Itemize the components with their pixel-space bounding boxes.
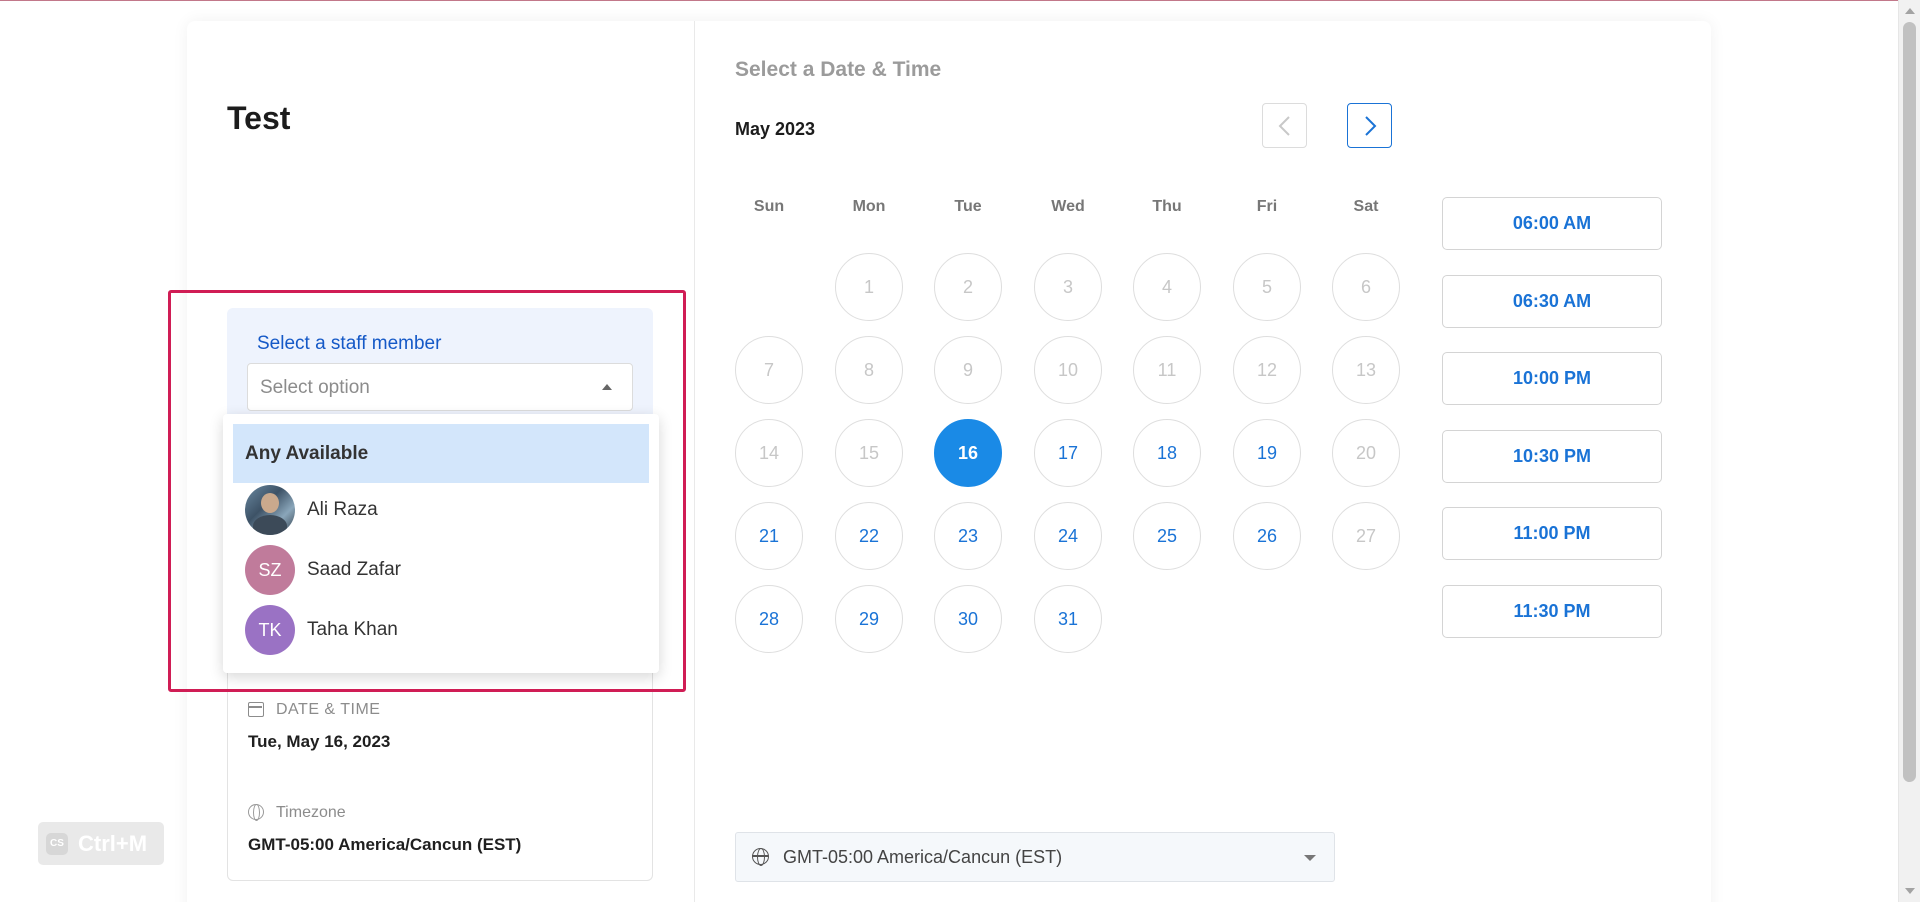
calendar-day-unavailable: 15 xyxy=(835,419,903,487)
time-slot-button[interactable]: 11:00 PM xyxy=(1442,507,1662,560)
calendar-day-unavailable: 3 xyxy=(1034,253,1102,321)
calendar-month: May 2023 xyxy=(735,119,816,139)
timezone-label: Timezone xyxy=(276,804,346,821)
shortcut-text: Ctrl+M xyxy=(78,831,148,856)
calendar-day-unavailable: 14 xyxy=(735,419,803,487)
weekday-label: Sat xyxy=(1353,198,1379,215)
calendar-day-unavailable: 9 xyxy=(934,336,1002,404)
date-time-value: Tue, May 16, 2023 xyxy=(248,732,391,751)
time-slot-button[interactable]: 11:30 PM xyxy=(1442,585,1662,638)
calendar-day-available[interactable]: 29 xyxy=(835,585,903,653)
shortcut-badge[interactable]: CS Ctrl+M xyxy=(38,822,164,865)
calendar-day-available[interactable]: 30 xyxy=(934,585,1002,653)
calendar-day-available[interactable]: 18 xyxy=(1133,419,1201,487)
weekday-label: Thu xyxy=(1152,198,1182,215)
calendar-day-available[interactable]: 19 xyxy=(1233,419,1301,487)
chevron-left-icon xyxy=(1278,116,1290,136)
calendar-day-available[interactable]: 25 xyxy=(1133,502,1201,570)
panel-divider xyxy=(694,21,695,902)
scroll-up-arrow-icon[interactable] xyxy=(1905,8,1915,14)
scroll-down-arrow-icon[interactable] xyxy=(1905,888,1915,894)
event-title: Test xyxy=(227,100,291,136)
weekday-label: Tue xyxy=(954,198,982,215)
weekday-label: Mon xyxy=(852,198,886,215)
calendar-day-unavailable: 4 xyxy=(1133,253,1201,321)
next-month-button[interactable] xyxy=(1347,103,1392,148)
weekday-label: Fri xyxy=(1256,198,1278,215)
calendar-day-unavailable: 20 xyxy=(1332,419,1400,487)
globe-icon xyxy=(752,848,769,866)
weekday-label: Sun xyxy=(753,198,785,215)
calendar-day-unavailable: 27 xyxy=(1332,502,1400,570)
calendar-day-available[interactable]: 26 xyxy=(1233,502,1301,570)
calendar-day-available[interactable]: 23 xyxy=(934,502,1002,570)
calendar-day-unavailable: 7 xyxy=(735,336,803,404)
date-time-heading: Select a Date & Time xyxy=(735,58,942,81)
globe-icon xyxy=(248,804,264,821)
calendar-day-unavailable: 5 xyxy=(1233,253,1301,321)
prev-month-button[interactable] xyxy=(1262,103,1307,148)
top-border xyxy=(0,0,1898,1)
chevron-right-icon xyxy=(1365,116,1377,136)
weekday-label: Wed xyxy=(1051,198,1085,215)
calendar-day-unavailable: 13 xyxy=(1332,336,1400,404)
extension-logo-icon: CS xyxy=(46,833,68,855)
highlight-box xyxy=(168,290,686,692)
calendar-day-unavailable: 12 xyxy=(1233,336,1301,404)
timezone-select[interactable]: GMT-05:00 America/Cancun (EST) xyxy=(735,832,1335,882)
time-slot-button[interactable]: 10:30 PM xyxy=(1442,430,1662,483)
calendar-day-unavailable: 6 xyxy=(1332,253,1400,321)
calendar-day-unavailable: 2 xyxy=(934,253,1002,321)
timezone-select-value: GMT-05:00 America/Cancun (EST) xyxy=(783,847,1063,867)
page-scrollbar[interactable] xyxy=(1898,0,1920,902)
calendar-day-unavailable: 11 xyxy=(1133,336,1201,404)
chevron-down-icon xyxy=(1304,855,1316,861)
time-slot-button[interactable]: 06:00 AM xyxy=(1442,197,1662,250)
calendar-day-available[interactable]: 22 xyxy=(835,502,903,570)
calendar-icon xyxy=(248,702,264,717)
date-time-label: DATE & TIME xyxy=(276,701,381,718)
calendar-day-available[interactable]: 21 xyxy=(735,502,803,570)
calendar-day-available[interactable]: 24 xyxy=(1034,502,1102,570)
calendar-day-available[interactable]: 28 xyxy=(735,585,803,653)
calendar-day-available[interactable]: 31 xyxy=(1034,585,1102,653)
calendar-day-selected[interactable]: 16 xyxy=(934,419,1002,487)
timezone-value: GMT-05:00 America/Cancun (EST) xyxy=(248,835,522,854)
calendar-day-unavailable: 10 xyxy=(1034,336,1102,404)
calendar-day-unavailable: 8 xyxy=(835,336,903,404)
scrollbar-thumb[interactable] xyxy=(1903,22,1916,782)
calendar-day-unavailable: 1 xyxy=(835,253,903,321)
time-slot-button[interactable]: 06:30 AM xyxy=(1442,275,1662,328)
time-slot-button[interactable]: 10:00 PM xyxy=(1442,352,1662,405)
calendar-day-available[interactable]: 17 xyxy=(1034,419,1102,487)
